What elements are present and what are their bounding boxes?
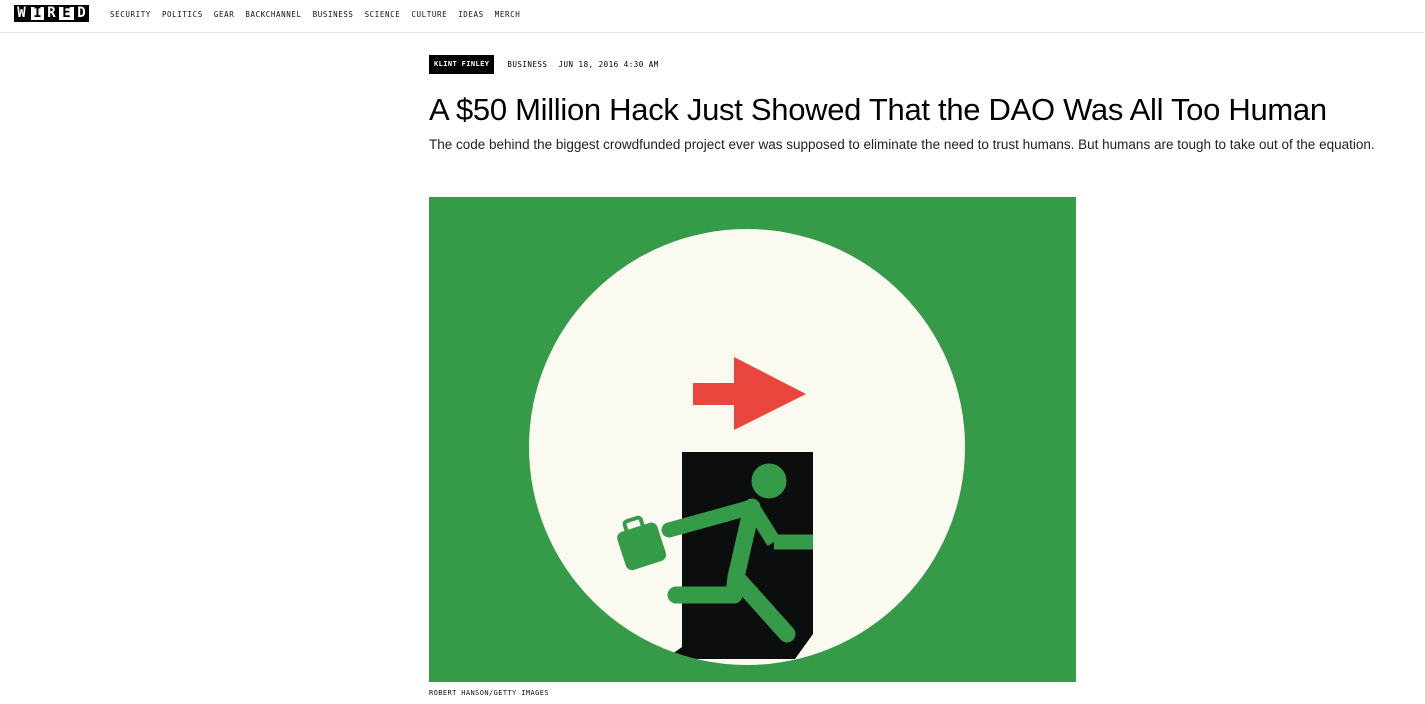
nav-item-gear[interactable]: GEAR — [214, 10, 234, 20]
author-link[interactable]: KLINT FINLEY — [429, 55, 495, 74]
nav-item-backchannel[interactable]: BACKCHANNEL — [245, 10, 301, 20]
hero-image — [429, 197, 1076, 682]
nav-item-security[interactable]: SECURITY — [110, 10, 151, 20]
wired-logo[interactable]: W I R E D — [14, 5, 89, 22]
main-nav: SECURITY POLITICS GEAR BACKCHANNEL BUSIN… — [110, 10, 520, 20]
publish-date: JUN 18, 2016 4:30 AM — [558, 60, 659, 69]
image-credit: ROBERT HANSON/GETTY IMAGES — [429, 689, 549, 697]
nav-item-science[interactable]: SCIENCE — [365, 10, 401, 20]
logo-letter-d: D — [74, 5, 89, 22]
nav-item-culture[interactable]: CULTURE — [411, 10, 447, 20]
site-header: W I R E D SECURITY POLITICS GEAR BACKCHA… — [0, 0, 1425, 33]
article-title: A $50 Million Hack Just Showed That the … — [429, 92, 1327, 127]
logo-letter-r: R — [44, 5, 59, 22]
nav-item-ideas[interactable]: IDEAS — [458, 10, 484, 20]
category-link[interactable]: BUSINESS — [507, 60, 547, 69]
logo-letter-i: I — [29, 5, 44, 22]
article-dek: The code behind the biggest crowdfunded … — [429, 137, 1375, 152]
logo-letter-e: E — [59, 5, 74, 22]
nav-item-merch[interactable]: MERCH — [495, 10, 521, 20]
nav-item-business[interactable]: BUSINESS — [313, 10, 354, 20]
article-meta: KLINT FINLEY BUSINESS JUN 18, 2016 4:30 … — [429, 55, 659, 74]
logo-letter-w: W — [14, 5, 29, 22]
nav-item-politics[interactable]: POLITICS — [162, 10, 203, 20]
